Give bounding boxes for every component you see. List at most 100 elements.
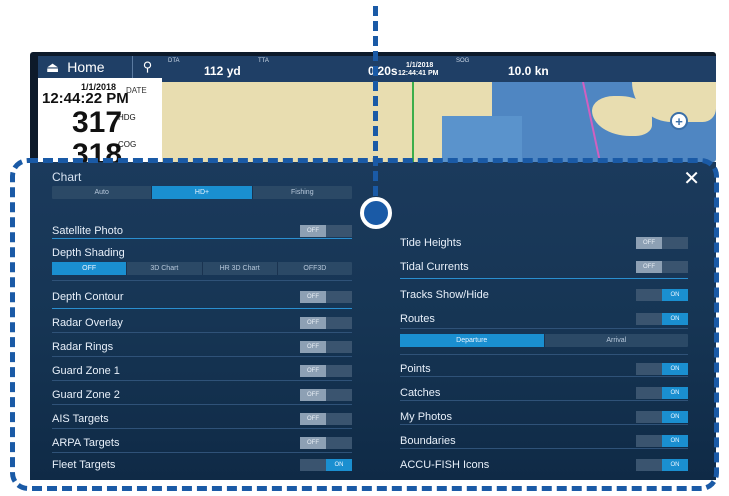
toggle-on-half: ON	[326, 459, 352, 471]
toggle-switch[interactable]: OFF	[636, 261, 688, 273]
map-water-2	[442, 116, 522, 162]
toggle-on-half	[326, 365, 352, 377]
toggle-switch[interactable]: OFF	[300, 341, 352, 353]
chart-mode-option-auto[interactable]: Auto	[52, 186, 153, 199]
row-divider	[52, 356, 352, 357]
row-divider	[52, 332, 352, 333]
setting-row-accu-fish-icons: ACCU-FISH Icons ON	[400, 454, 688, 476]
date-label: DATE	[126, 86, 147, 95]
setting-row-radar-rings: Radar Rings OFF	[52, 336, 352, 358]
heading-label: HDG	[118, 113, 136, 122]
toggle-switch[interactable]: OFF	[636, 237, 688, 249]
toggle-off-half	[636, 459, 662, 471]
chart-mode-option-hd-[interactable]: HD+	[152, 186, 253, 199]
row-divider	[400, 448, 688, 449]
setting-row-radar-overlay: Radar Overlay OFF	[52, 312, 352, 334]
toggle-switch[interactable]: OFF	[300, 365, 352, 377]
setting-row-fleet-targets: Fleet Targets ON	[52, 454, 352, 476]
toggle-switch[interactable]: ON	[636, 313, 688, 325]
toggle-off-half	[636, 289, 662, 301]
routes-direction-selector[interactable]: Departure Arrival	[400, 334, 688, 347]
setting-row-routes: Routes ON	[400, 308, 688, 330]
home-bar: ⏏ Home ⚲	[38, 56, 162, 78]
close-icon[interactable]: ✕	[683, 166, 700, 191]
chart-mode-selector[interactable]: Auto HD+ Fishing	[52, 186, 352, 199]
toggle-switch[interactable]: OFF	[300, 225, 352, 237]
row-divider	[52, 404, 352, 405]
setting-label: Radar Overlay	[52, 317, 123, 329]
location-pin-icon[interactable]: ⚲	[132, 56, 162, 78]
row-divider	[52, 380, 352, 381]
nautical-chart-map[interactable]: + DTA 112 yd TTA 0'20s 1/1/2018 12:44:41…	[162, 56, 716, 162]
toggle-off-half	[636, 411, 662, 423]
setting-row-tracks-show-hide: Tracks Show/Hide ON	[400, 284, 688, 306]
row-divider	[52, 280, 352, 281]
toggle-on-half	[662, 261, 688, 273]
setting-row-arpa-targets: ARPA Targets OFF	[52, 432, 352, 454]
toggle-off-half: OFF	[300, 365, 326, 377]
toggle-on-half	[326, 437, 352, 449]
row-divider	[400, 424, 688, 425]
toggle-switch[interactable]: ON	[636, 459, 688, 471]
home-icon: ⏏	[46, 58, 60, 75]
setting-label: Radar Rings	[52, 341, 114, 353]
setting-label: Catches	[400, 387, 441, 399]
toggle-switch[interactable]: OFF	[300, 413, 352, 425]
setting-label: Guard Zone 2	[52, 389, 120, 401]
toggle-switch[interactable]: ON	[636, 289, 688, 301]
setting-label: Boundaries	[400, 435, 456, 447]
toggle-on-half	[326, 225, 352, 237]
setting-label: Fleet Targets	[52, 459, 116, 471]
toggle-switch[interactable]: ON	[636, 387, 688, 399]
sog-label: SOG	[456, 58, 470, 64]
cog-label: COG	[118, 140, 137, 149]
setting-label: Depth Contour	[52, 291, 124, 303]
row-divider	[400, 278, 688, 279]
setting-label: Tide Heights	[400, 237, 462, 249]
dta-value: 112 yd	[204, 64, 241, 78]
toggle-off-half: OFF	[636, 261, 662, 273]
row-divider	[52, 428, 352, 429]
zoom-in-button[interactable]: +	[670, 112, 688, 130]
row-divider	[52, 238, 352, 239]
row-divider	[400, 400, 688, 401]
toggle-switch[interactable]: OFF	[300, 317, 352, 329]
toggle-off-half: OFF	[300, 317, 326, 329]
dta-label: DTA	[168, 58, 180, 64]
toggle-switch[interactable]: OFF	[300, 437, 352, 449]
data-panel: 1/1/2018 12:44:22 PM DATE 317 HDG 318 CO…	[38, 78, 162, 162]
toggle-off-half: OFF	[636, 237, 662, 249]
data-bar: DTA 112 yd TTA 0'20s 1/1/2018 12:44:41 P…	[162, 56, 716, 82]
toggle-off-half: OFF	[300, 413, 326, 425]
route-mode-option-departure[interactable]: Departure	[400, 334, 545, 347]
toggle-on-half: ON	[662, 289, 688, 301]
row-divider	[400, 354, 688, 355]
toggle-switch[interactable]: OFF	[300, 291, 352, 303]
toggle-off-half: OFF	[300, 225, 326, 237]
row-divider	[400, 376, 688, 377]
toggle-on-half: ON	[662, 363, 688, 375]
toggle-on-half	[326, 341, 352, 353]
toggle-switch[interactable]: ON	[636, 411, 688, 423]
toggle-on-half	[326, 291, 352, 303]
setting-row-depth-shading: Depth Shading	[52, 242, 352, 264]
toggle-off-half: OFF	[300, 341, 326, 353]
toggle-switch[interactable]: OFF	[300, 389, 352, 401]
row-divider	[52, 452, 352, 453]
toggle-on-half: ON	[662, 435, 688, 447]
toggle-on-half: ON	[662, 459, 688, 471]
chart-mode-option-fishing[interactable]: Fishing	[253, 186, 352, 199]
home-label: Home	[67, 59, 105, 75]
toggle-switch[interactable]: ON	[300, 459, 352, 471]
toggle-off-half: OFF	[300, 389, 326, 401]
setting-label: Depth Shading	[52, 247, 125, 259]
toggle-switch[interactable]: ON	[636, 363, 688, 375]
route-mode-option-arrival[interactable]: Arrival	[545, 334, 689, 347]
toggle-switch[interactable]: ON	[636, 435, 688, 447]
home-button[interactable]: ⏏ Home	[38, 59, 132, 76]
toggle-off-half	[636, 387, 662, 399]
toggle-on-half: ON	[662, 387, 688, 399]
panel-title: Chart	[52, 170, 82, 184]
setting-row-depth-contour: Depth Contour OFF	[52, 286, 352, 308]
setting-row-guard-zone-1: Guard Zone 1 OFF	[52, 360, 352, 382]
